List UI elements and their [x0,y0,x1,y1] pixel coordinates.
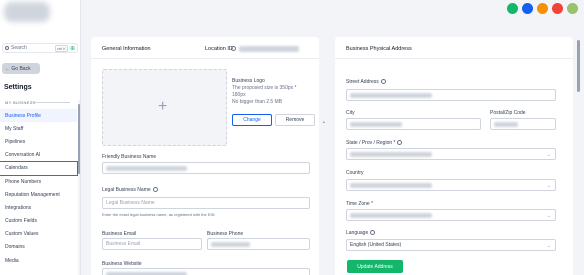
sidebar-item-custom-fields[interactable]: Custom Fields [0,215,77,228]
update-address-button[interactable]: Update Address [347,260,403,273]
language-select[interactable]: English (United States) ⌄ [346,239,556,251]
timezone-label: Time Zone * [346,201,374,207]
language-label: Language [346,230,376,236]
logo-upload-dropzone[interactable]: + [102,69,227,146]
chevron-down-icon: ⌄ [546,183,551,189]
legal-name-help: Enter the exact legal business name, as … [102,212,215,217]
search-shortcut-badge: ctrl K [54,44,68,52]
business-email-label: Business Email [102,231,137,237]
info-icon[interactable] [152,187,158,193]
redacted-value [350,121,402,127]
search-input[interactable]: Search ctrl K ⊕ [2,43,78,53]
business-email-field[interactable]: Business Email [102,238,202,250]
sidebar-item-media[interactable]: Media [0,254,77,267]
help-icon[interactable] [552,3,563,14]
search-icon [5,46,9,50]
sidebar-nav: Business Profile My Staff Pipelines Convers… [0,109,78,267]
business-phone-field[interactable] [207,238,310,250]
dot-icon: • [323,120,325,126]
plus-icon: + [158,98,168,115]
change-logo-button[interactable]: Change [232,114,272,126]
redacted-value [494,121,519,127]
sidebar-item-my-staff[interactable]: My Staff [0,122,77,135]
postal-code-label: Postal/Zip Code [490,110,526,116]
language-value: English (United States) [350,242,402,248]
sidebar-item-domains[interactable]: Domains [0,241,77,254]
main-scrollbar-thumb[interactable] [577,40,580,92]
remove-logo-button[interactable]: Remove [275,114,315,126]
sidebar-title: Settings [4,84,32,91]
city-field[interactable] [346,118,481,130]
redacted-value [106,165,188,171]
street-address-label: Street Address [346,79,386,85]
search-placeholder: Search [11,45,27,51]
card-title: Business Physical Address [346,46,412,52]
go-back-button[interactable]: ← Go Back [2,63,40,74]
city-label: City [346,110,355,116]
logo-size-hint: The proposed size is 350px * [232,85,297,91]
redacted-value [106,271,188,275]
info-icon[interactable] [380,79,386,85]
redacted-value [350,182,432,188]
sidebar-item-integrations[interactable]: Integrations [0,201,77,214]
state-select[interactable]: ⌄ [346,148,556,160]
sidebar-item-calendars[interactable]: Calendars [0,160,78,176]
business-address-card: Business Physical Address Street Address… [335,37,573,275]
sidebar: Search ctrl K ⊕ ← Go Back Settings MY BU… [0,0,81,275]
chevron-down-icon: ⌄ [546,243,551,249]
megaphone-icon[interactable] [522,3,533,14]
phone-icon[interactable] [507,3,518,14]
redacted-value [350,212,432,218]
card-title: General Information [102,46,151,52]
info-icon[interactable] [231,46,236,51]
street-address-field[interactable] [346,89,556,101]
card-header: General Information Location ID [91,37,319,59]
legal-name-label: Legal Business Name [102,187,158,193]
logo-title: Business Logo [232,78,265,84]
redacted-value [350,151,432,157]
info-icon[interactable] [370,230,376,236]
card-header: Business Physical Address [335,37,573,59]
location-id-value[interactable] [239,46,299,52]
country-select[interactable]: ⌄ [346,179,556,191]
redacted-value [350,92,432,98]
avatar[interactable] [567,3,578,14]
logo-info: Business Logo The proposed size is 350px… [232,78,312,106]
friendly-name-field[interactable] [102,162,310,174]
company-logo[interactable] [4,2,50,22]
timezone-select[interactable]: ⌄ [346,209,556,221]
sidebar-item-phone-numbers[interactable]: Phone Numbers [0,175,77,188]
business-website-field[interactable] [102,268,310,275]
quick-add-icon[interactable]: ⊕ [70,45,75,52]
state-label: State / Prov / Region * [346,140,403,146]
redacted-value [211,241,251,247]
header-icons [507,3,578,14]
chevron-down-icon: ⌄ [546,213,551,219]
sidebar-scrollbar-thumb[interactable] [78,104,80,174]
legal-name-field[interactable]: Legal Business Name [102,197,310,209]
country-label: Country [346,170,364,176]
friendly-name-label: Friendly Business Name [102,154,157,160]
section-divider [30,102,70,103]
business-phone-label: Business Phone [207,231,244,237]
info-icon[interactable] [397,140,403,146]
logo-size-hint-2: 180px [232,92,246,98]
sidebar-item-reputation-management[interactable]: Reputation Management [0,188,77,201]
business-website-label: Business Website [102,261,142,267]
sidebar-item-conversation-ai[interactable]: Conversation AI [0,149,77,162]
chevron-down-icon: ⌄ [546,152,551,158]
sidebar-item-business-profile[interactable]: Business Profile [0,109,77,123]
sidebar-item-pipelines[interactable]: Pipelines [0,135,77,148]
sidebar-item-custom-values[interactable]: Custom Values [0,228,77,241]
notification-icon[interactable] [537,3,548,14]
postal-code-field[interactable] [490,118,556,130]
general-information-card: General Information Location ID + Busine… [91,37,319,275]
location-id-label: Location ID [205,46,233,52]
logo-file-limit: No bigger than 2.5 MB [232,99,283,105]
